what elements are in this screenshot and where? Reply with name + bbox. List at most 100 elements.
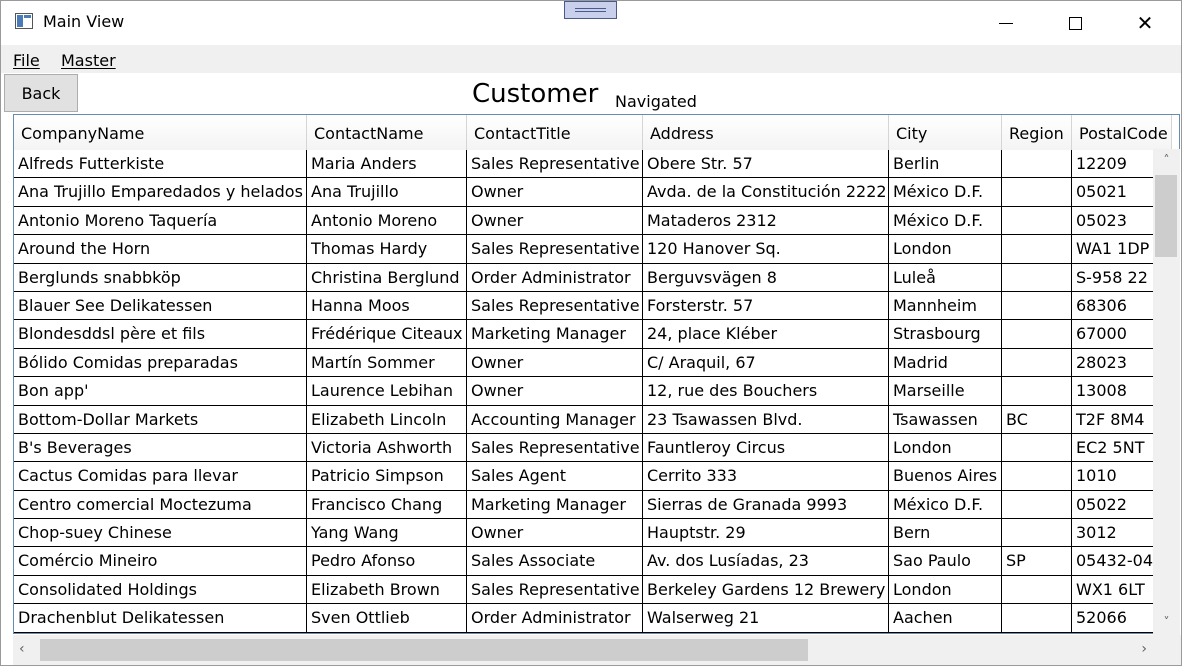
table-cell[interactable]: Victoria Ashworth bbox=[307, 433, 467, 463]
table-cell[interactable]: Tsawassen bbox=[889, 405, 1002, 434]
table-cell[interactable]: Cerrito 333 bbox=[643, 462, 889, 491]
table-cell[interactable]: Owner bbox=[467, 519, 643, 548]
table-cell[interactable]: 12, rue des Bouchers bbox=[643, 377, 889, 406]
customer-grid[interactable]: CompanyName ContactName ContactTitle Addres… bbox=[13, 114, 1180, 634]
table-row[interactable]: Blauer See Delikatessen Hanna Moos Sales R… bbox=[14, 291, 1172, 321]
table-row[interactable]: Blondesddsl père et fils Frédérique Citea… bbox=[14, 320, 1172, 349]
table-cell[interactable]: Owner bbox=[467, 348, 643, 378]
table-cell[interactable]: Centro comercial Moctezuma bbox=[14, 490, 307, 520]
table-cell[interactable]: México D.F. bbox=[889, 178, 1002, 207]
table-cell[interactable]: Elizabeth Brown bbox=[307, 575, 467, 605]
table-cell[interactable]: Blondesddsl père et fils bbox=[14, 320, 307, 349]
table-cell[interactable]: Owner bbox=[467, 206, 643, 236]
table-row[interactable]: Chop-suey Chinese Yang Wang Owner Hauptstr.… bbox=[14, 519, 1172, 548]
table-cell[interactable]: Sales Representative bbox=[467, 235, 643, 264]
table-cell[interactable]: Comércio Mineiro bbox=[14, 547, 307, 576]
table-cell[interactable]: Francisco Chang bbox=[307, 490, 467, 520]
column-header[interactable]: CompanyName bbox=[14, 115, 307, 150]
table-cell[interactable]: Pedro Afonso bbox=[307, 547, 467, 576]
table-cell[interactable]: Bon app' bbox=[14, 377, 307, 406]
minimize-button[interactable] bbox=[983, 1, 1029, 45]
table-cell[interactable] bbox=[1002, 462, 1072, 491]
table-cell[interactable]: México D.F. bbox=[889, 206, 1002, 236]
menu-file[interactable]: File bbox=[13, 51, 40, 70]
table-cell[interactable]: Walserweg 21 bbox=[643, 604, 889, 633]
table-cell[interactable] bbox=[1002, 178, 1072, 207]
table-cell[interactable]: Ana Trujillo bbox=[307, 178, 467, 207]
table-cell[interactable]: Obere Str. 57 bbox=[643, 150, 889, 179]
menu-master[interactable]: Master bbox=[61, 51, 116, 70]
table-cell[interactable]: 24, place Kléber bbox=[643, 320, 889, 349]
table-cell[interactable]: México D.F. bbox=[889, 490, 1002, 520]
table-cell[interactable]: Mataderos 2312 bbox=[643, 206, 889, 236]
table-cell[interactable]: Yang Wang bbox=[307, 519, 467, 548]
table-cell[interactable]: Frédérique Citeaux bbox=[307, 320, 467, 349]
table-cell[interactable] bbox=[1002, 433, 1072, 463]
table-row[interactable]: Alfreds Futterkiste Maria Anders Sales Rep… bbox=[14, 150, 1172, 179]
table-cell[interactable]: C/ Araquil, 67 bbox=[643, 348, 889, 378]
table-cell[interactable]: Bólido Comidas preparadas bbox=[14, 348, 307, 378]
table-row[interactable]: Consolidated Holdings Elizabeth Brown Sale… bbox=[14, 575, 1172, 605]
table-cell[interactable]: BC bbox=[1002, 405, 1072, 434]
table-cell[interactable]: Berguvsvägen 8 bbox=[643, 263, 889, 292]
table-cell[interactable]: Order Administrator bbox=[467, 263, 643, 292]
table-cell[interactable]: Alfreds Futterkiste bbox=[14, 150, 307, 179]
table-cell[interactable]: Sao Paulo bbox=[889, 547, 1002, 576]
back-button[interactable]: Back bbox=[4, 74, 78, 112]
table-cell[interactable]: London bbox=[889, 235, 1002, 264]
table-cell[interactable]: Laurence Lebihan bbox=[307, 377, 467, 406]
maximize-button[interactable] bbox=[1052, 1, 1098, 45]
table-cell[interactable]: Hanna Moos bbox=[307, 291, 467, 321]
table-cell[interactable]: Berlin bbox=[889, 150, 1002, 179]
table-cell[interactable]: Chop-suey Chinese bbox=[14, 519, 307, 548]
table-cell[interactable]: London bbox=[889, 575, 1002, 605]
table-row[interactable]: B's Beverages Victoria Ashworth Sales Repr… bbox=[14, 433, 1172, 463]
table-row[interactable]: Antonio Moreno Taquería Antonio Moreno Own… bbox=[14, 206, 1172, 236]
table-cell[interactable]: Sven Ottlieb bbox=[307, 604, 467, 633]
table-cell[interactable] bbox=[1002, 235, 1072, 264]
table-row[interactable]: Berglunds snabbköp Christina Berglund Orde… bbox=[14, 263, 1172, 292]
table-cell[interactable]: Bern bbox=[889, 519, 1002, 548]
table-cell[interactable]: Blauer See Delikatessen bbox=[14, 291, 307, 321]
table-cell[interactable]: Avda. de la Constitución 2222 bbox=[643, 178, 889, 207]
table-cell[interactable]: Antonio Moreno bbox=[307, 206, 467, 236]
table-cell[interactable]: Marketing Manager bbox=[467, 490, 643, 520]
table-row[interactable]: Ana Trujillo Emparedados y helados Ana Tr… bbox=[14, 178, 1172, 207]
table-cell[interactable]: B's Beverages bbox=[14, 433, 307, 463]
table-cell[interactable]: Sales Representative bbox=[467, 433, 643, 463]
horizontal-scrollbar[interactable]: ‹ › bbox=[13, 635, 1153, 665]
table-cell[interactable]: Marseille bbox=[889, 377, 1002, 406]
table-cell[interactable]: Fauntleroy Circus bbox=[643, 433, 889, 463]
table-cell[interactable]: Av. dos Lusíadas, 23 bbox=[643, 547, 889, 576]
table-cell[interactable]: Maria Anders bbox=[307, 150, 467, 179]
table-cell[interactable]: Sales Associate bbox=[467, 547, 643, 576]
table-cell[interactable]: Strasbourg bbox=[889, 320, 1002, 349]
column-header[interactable]: ContactTitle bbox=[467, 115, 643, 150]
table-cell[interactable] bbox=[1002, 575, 1072, 605]
horizontal-scroll-thumb[interactable] bbox=[40, 639, 808, 661]
table-cell[interactable]: SP bbox=[1002, 547, 1072, 576]
column-header[interactable]: Region bbox=[1002, 115, 1072, 150]
table-cell[interactable] bbox=[1002, 490, 1072, 520]
table-cell[interactable]: Luleå bbox=[889, 263, 1002, 292]
table-cell[interactable]: Christina Berglund bbox=[307, 263, 467, 292]
table-cell[interactable]: Cactus Comidas para llevar bbox=[14, 462, 307, 491]
column-header[interactable]: PostalCode bbox=[1072, 115, 1172, 150]
vertical-scrollbar[interactable]: ˄ ˅ bbox=[1153, 149, 1180, 635]
table-cell[interactable]: Antonio Moreno Taquería bbox=[14, 206, 307, 236]
close-button[interactable]: ✕ bbox=[1122, 1, 1168, 45]
table-cell[interactable]: Madrid bbox=[889, 348, 1002, 378]
table-cell[interactable]: Thomas Hardy bbox=[307, 235, 467, 264]
table-cell[interactable]: Buenos Aires bbox=[889, 462, 1002, 491]
table-cell[interactable] bbox=[1002, 519, 1072, 548]
table-cell[interactable]: 23 Tsawassen Blvd. bbox=[643, 405, 889, 434]
table-row[interactable]: Centro comercial Moctezuma Francisco Chan… bbox=[14, 490, 1172, 520]
scroll-up-icon[interactable]: ˄ bbox=[1153, 153, 1180, 173]
table-cell[interactable] bbox=[1002, 263, 1072, 292]
column-header[interactable]: City bbox=[889, 115, 1002, 150]
table-cell[interactable] bbox=[1002, 150, 1072, 179]
table-cell[interactable]: Sales Representative bbox=[467, 150, 643, 179]
table-cell[interactable] bbox=[1002, 206, 1072, 236]
table-cell[interactable]: Ana Trujillo Emparedados y helados bbox=[14, 178, 307, 207]
table-cell[interactable]: Elizabeth Lincoln bbox=[307, 405, 467, 434]
